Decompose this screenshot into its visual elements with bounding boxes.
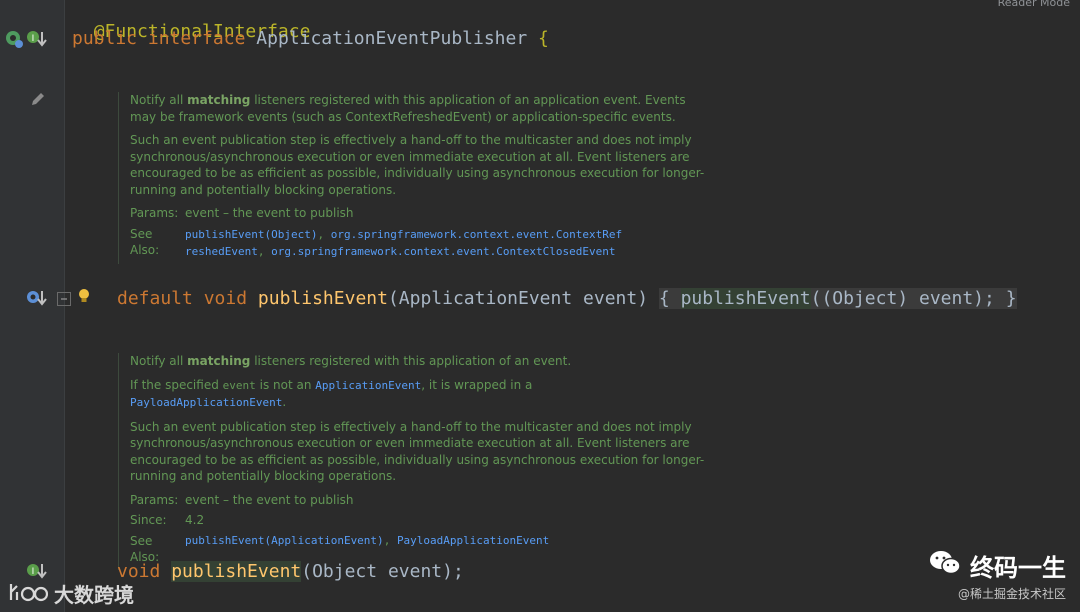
doc1-paragraph-1: Notify all matching listeners registered…: [130, 92, 710, 125]
edit-pencil-icon[interactable]: [28, 89, 48, 109]
doc1-see-also-row: See Also: publishEvent(Object), org.spri…: [130, 226, 710, 260]
method-name-publishevent-2[interactable]: publishEvent: [171, 561, 302, 582]
keyword-void: void: [203, 288, 248, 309]
wechat-icon: [928, 549, 962, 583]
doc1-params-label: Params:: [130, 206, 179, 220]
keyword-public: public: [72, 28, 138, 49]
see-link-payload-application-event[interactable]: PayloadApplicationEvent: [397, 534, 549, 547]
doc2-paragraph-3: Such an event publication step is effect…: [130, 419, 705, 484]
doc1-paragraph-2: Such an event publication step is effect…: [130, 133, 705, 197]
see-sep: ,: [317, 227, 325, 241]
call-args: ((Object) event);: [810, 288, 995, 309]
watermark-right: 终码一生 @稀土掘金技术社区: [928, 548, 1066, 602]
implementations-icon[interactable]: [4, 29, 24, 49]
javadoc-block-1: Notify all matching listeners registered…: [118, 92, 710, 264]
code-line-interface-declaration[interactable]: public interface ApplicationEventPublish…: [72, 27, 549, 51]
method-params-2: (Object event);: [301, 561, 464, 582]
javadoc-block-2: Notify all matching listeners registered…: [118, 353, 710, 570]
body-close-brace: }: [1005, 288, 1017, 309]
see-sep-2: ,: [257, 244, 265, 258]
doc1-params-row: Params: event – the event to publish: [130, 205, 710, 222]
method-name-publishevent[interactable]: publishEvent: [258, 288, 388, 309]
doc2-link-application-event[interactable]: ApplicationEvent: [315, 379, 421, 392]
method-params: (ApplicationEvent event): [387, 288, 649, 309]
doc2-p2-code: event: [222, 378, 256, 392]
doc2-params-value: event – the event to publish: [185, 492, 354, 507]
doc2-since-value: 4.2: [185, 513, 205, 527]
interface-name[interactable]: ApplicationEventPublisher: [256, 28, 527, 49]
editor-gutter: I I: [0, 0, 65, 612]
keyword-default: default: [117, 288, 193, 309]
watermark-right-title-row: 终码一生: [928, 548, 1066, 583]
watermark-left: 大数跨境: [8, 578, 134, 609]
doc2-paragraph-1: Notify all matching listeners registered…: [130, 353, 710, 370]
open-brace: {: [538, 28, 549, 49]
doc2-p1-pre: Notify all: [130, 354, 184, 368]
override-down-arrow-icon[interactable]: [26, 288, 48, 308]
doc2-since-row: Since: 4.2: [130, 512, 710, 529]
doc2-p2-end: .: [282, 395, 287, 409]
doc2-p2-post: , it is wrapped in a: [421, 377, 533, 392]
call-publishevent[interactable]: publishEvent: [680, 288, 811, 309]
svg-text:I: I: [32, 567, 35, 577]
doc2-p2-pre: If the specified: [130, 377, 219, 392]
see-link-publishevent-object[interactable]: publishEvent(Object): [185, 228, 317, 241]
doc2-since-label: Since:: [130, 513, 167, 527]
watermark-logo-icon: [8, 578, 49, 609]
doc2-p2-mid: is not an: [259, 377, 312, 392]
see-link-context-closed-event[interactable]: org.springframework.context.event.Contex…: [271, 245, 615, 258]
implemented-down-arrow-icon[interactable]: I: [26, 29, 48, 49]
reader-mode-toggle[interactable]: Reader Mode: [998, 0, 1070, 9]
code-line-publish-event-object[interactable]: void publishEvent(Object event);: [117, 560, 464, 584]
doc2-p1-post: listeners registered with this applicati…: [254, 354, 572, 368]
doc2-p1-bold: matching: [187, 354, 251, 368]
doc2-paragraph-2: If the specified event is not an Applica…: [130, 377, 710, 412]
doc1-see-links: publishEvent(Object), org.springframewor…: [185, 226, 625, 260]
lightbulb-icon[interactable]: [77, 287, 91, 305]
doc2-link-payload-application-event[interactable]: PayloadApplicationEvent: [130, 396, 282, 409]
svg-text:I: I: [32, 34, 35, 44]
see-sep-3: ,: [383, 533, 391, 547]
doc1-p1-pre: Notify all: [130, 93, 184, 107]
watermark-right-subtitle: @稀土掘金技术社区: [957, 587, 1066, 601]
see-link-publishevent-appevent[interactable]: publishEvent(ApplicationEvent): [185, 534, 384, 547]
doc1-params-value: event – the event to publish: [185, 206, 354, 220]
doc1-p1-bold: matching: [187, 93, 251, 107]
watermark-left-text: 大数跨境: [54, 583, 134, 607]
watermark-right-title: 终码一生: [970, 554, 1066, 582]
code-line-default-publish-event[interactable]: default void publishEvent(ApplicationEve…: [117, 287, 1017, 311]
folded-body[interactable]: { publishEvent((Object) event); }: [658, 288, 1017, 309]
fold-toggle-icon[interactable]: [57, 292, 71, 306]
body-open-brace: {: [658, 288, 670, 309]
doc2-params-label: Params:: [130, 492, 179, 507]
keyword-interface: interface: [147, 28, 246, 49]
doc1-see-label: See Also:: [130, 226, 160, 258]
doc2-params-row: Params: event – the event to publish: [130, 492, 710, 509]
